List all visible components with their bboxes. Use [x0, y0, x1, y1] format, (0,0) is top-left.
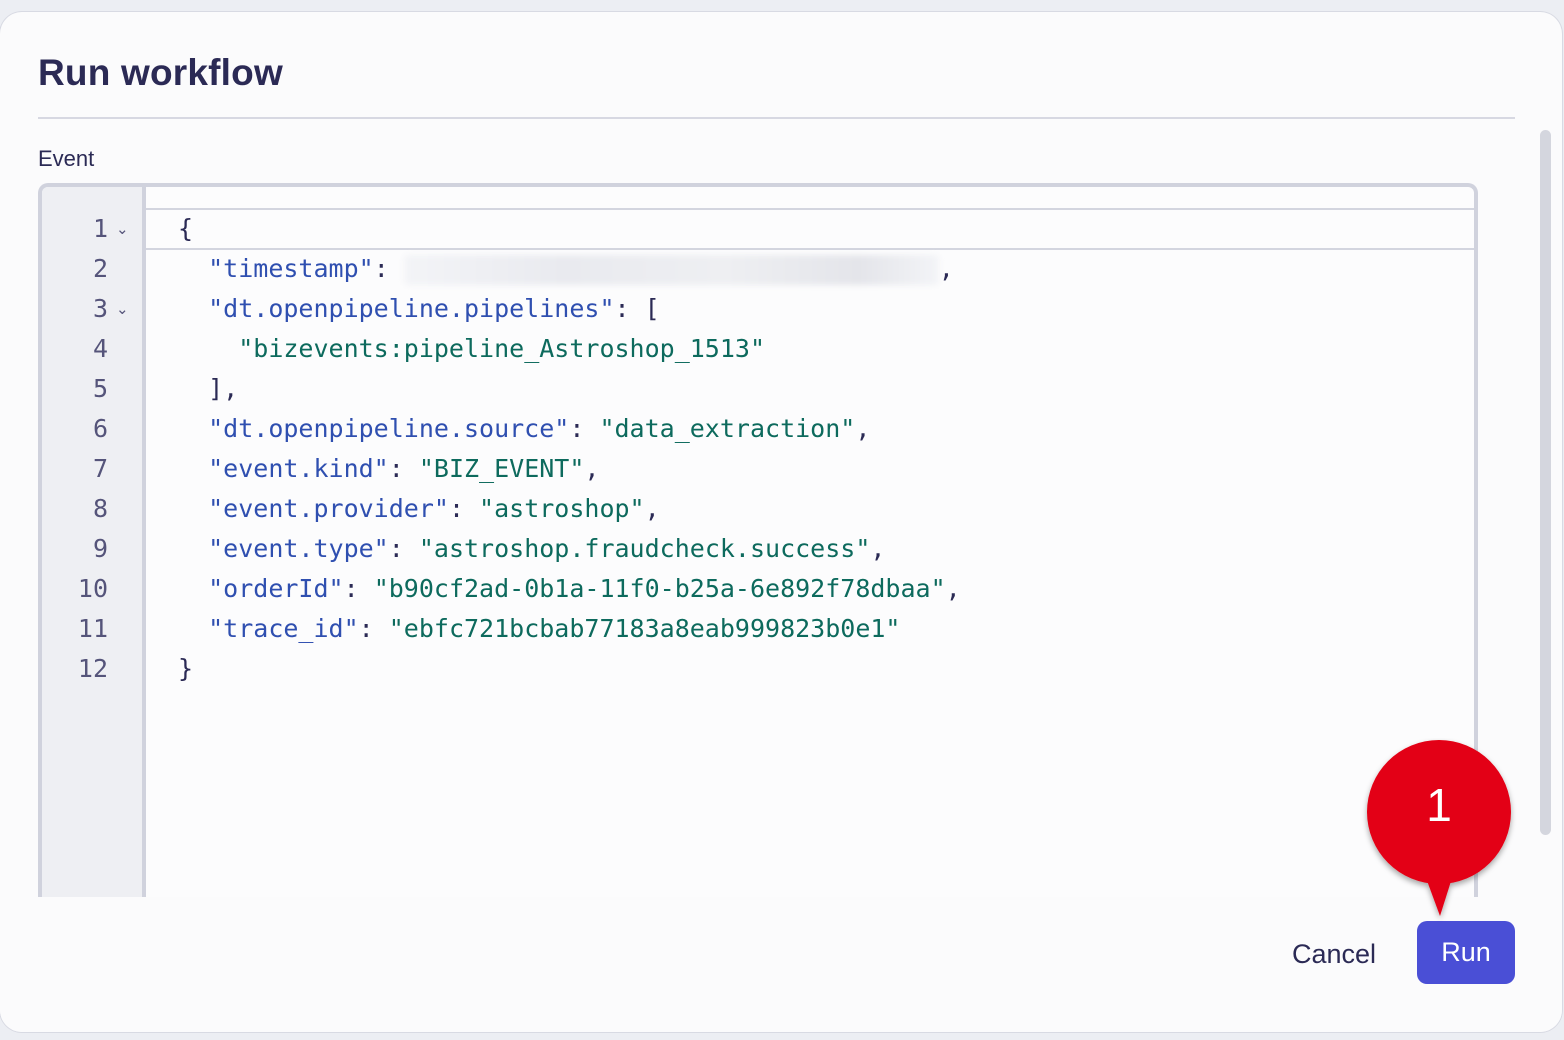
json-string: "astroshop": [479, 494, 645, 523]
line-number: 4: [92, 334, 108, 363]
json-punctuation: ,: [870, 534, 886, 563]
json-punctuation: ,: [855, 414, 871, 443]
json-key: "event.kind": [208, 454, 389, 483]
scrollbar-thumb[interactable]: [1540, 130, 1551, 835]
run-button[interactable]: Run: [1417, 921, 1515, 984]
line-number: 8: [92, 494, 108, 523]
json-string: "bizevents:pipeline_Astroshop_1513": [238, 334, 766, 363]
json-punctuation: :: [569, 414, 600, 443]
json-punctuation: ,: [584, 454, 600, 483]
event-json-editor[interactable]: 1 ⌄ 2 3 ⌄ 4 5 6 7 8 9 10 11 12 { "timestamp": , "dt.o…: [38, 183, 1478, 963]
json-string: "BIZ_EVENT": [418, 454, 585, 483]
line-number: 10: [77, 574, 108, 603]
callout-marker-icon: [1367, 740, 1511, 916]
line-number: 5: [92, 374, 108, 403]
redacted-value: [403, 255, 939, 285]
code-line: {: [178, 209, 193, 249]
fold-chevron-icon[interactable]: ⌄: [116, 289, 129, 329]
line-number: 9: [92, 534, 108, 563]
json-key: "event.type": [208, 534, 389, 563]
json-key: "dt.openpipeline.source": [208, 414, 570, 443]
json-string: "astroshop.fraudcheck.success": [418, 534, 871, 563]
active-line-highlight: [146, 208, 1474, 250]
json-punctuation: ,: [644, 494, 660, 523]
code-line: "bizevents:pipeline_Astroshop_1513": [178, 329, 765, 369]
json-string: "ebfc721bcbab77183a8eab999823b0e1": [388, 614, 901, 643]
code-line: "orderId": "b90cf2ad-0b1a-11f0-b25a-6e89…: [178, 569, 961, 609]
json-punctuation: :: [373, 254, 404, 283]
json-string: "data_extraction": [599, 414, 856, 443]
json-punctuation: ,: [945, 574, 961, 603]
json-key: "trace_id": [208, 614, 359, 643]
code-line: }: [178, 649, 193, 689]
title-divider: [38, 117, 1515, 119]
json-key: "dt.openpipeline.pipelines": [208, 294, 615, 323]
json-key: "timestamp": [208, 254, 374, 283]
json-punctuation: }: [178, 654, 194, 683]
line-number: 6: [92, 414, 108, 443]
json-punctuation: :: [358, 614, 389, 643]
line-number: 7: [92, 454, 108, 483]
line-number: 3: [92, 294, 108, 323]
event-label: Event: [38, 146, 95, 171]
dialog-title: Run workflow: [38, 52, 283, 93]
line-number-gutter: 1 ⌄ 2 3 ⌄ 4 5 6 7 8 9 10 11 12: [42, 187, 146, 963]
json-punctuation: : [: [614, 294, 660, 323]
line-number: 12: [77, 654, 108, 683]
code-line: "dt.openpipeline.pipelines": [: [178, 289, 660, 329]
code-line: "event.provider": "astroshop",: [178, 489, 660, 529]
json-punctuation: :: [343, 574, 374, 603]
line-number: 1: [92, 214, 108, 243]
fold-chevron-icon[interactable]: ⌄: [116, 209, 129, 249]
json-punctuation: :: [388, 534, 419, 563]
json-punctuation: {: [178, 214, 194, 243]
step-number: 1: [1426, 779, 1452, 831]
line-number: 11: [77, 614, 108, 643]
json-string: "b90cf2ad-0b1a-11f0-b25a-6e892f78dbaa": [373, 574, 946, 603]
code-line: "timestamp": ,: [178, 249, 954, 289]
code-line: "event.type": "astroshop.fraudcheck.succ…: [178, 529, 885, 569]
code-line: "event.kind": "BIZ_EVENT",: [178, 449, 599, 489]
run-workflow-dialog: Run workflow Event 1 ⌄ 2 3 ⌄ 4 5 6 7 8 9 10 11 12 { "…: [0, 12, 1562, 1032]
code-line: "dt.openpipeline.source": "data_extracti…: [178, 409, 870, 449]
json-punctuation: :: [448, 494, 480, 523]
json-punctuation: ],: [208, 374, 239, 403]
json-key: "event.provider": [208, 494, 449, 523]
json-punctuation: :: [388, 454, 419, 483]
line-number: 2: [92, 254, 108, 283]
json-punctuation: ,: [938, 254, 954, 283]
cancel-button[interactable]: Cancel: [1278, 922, 1390, 986]
step-callout: 1: [1360, 738, 1518, 928]
code-line: ],: [178, 369, 238, 409]
json-key: "orderId": [208, 574, 344, 603]
code-line: "trace_id": "ebfc721bcbab77183a8eab99982…: [178, 609, 900, 649]
